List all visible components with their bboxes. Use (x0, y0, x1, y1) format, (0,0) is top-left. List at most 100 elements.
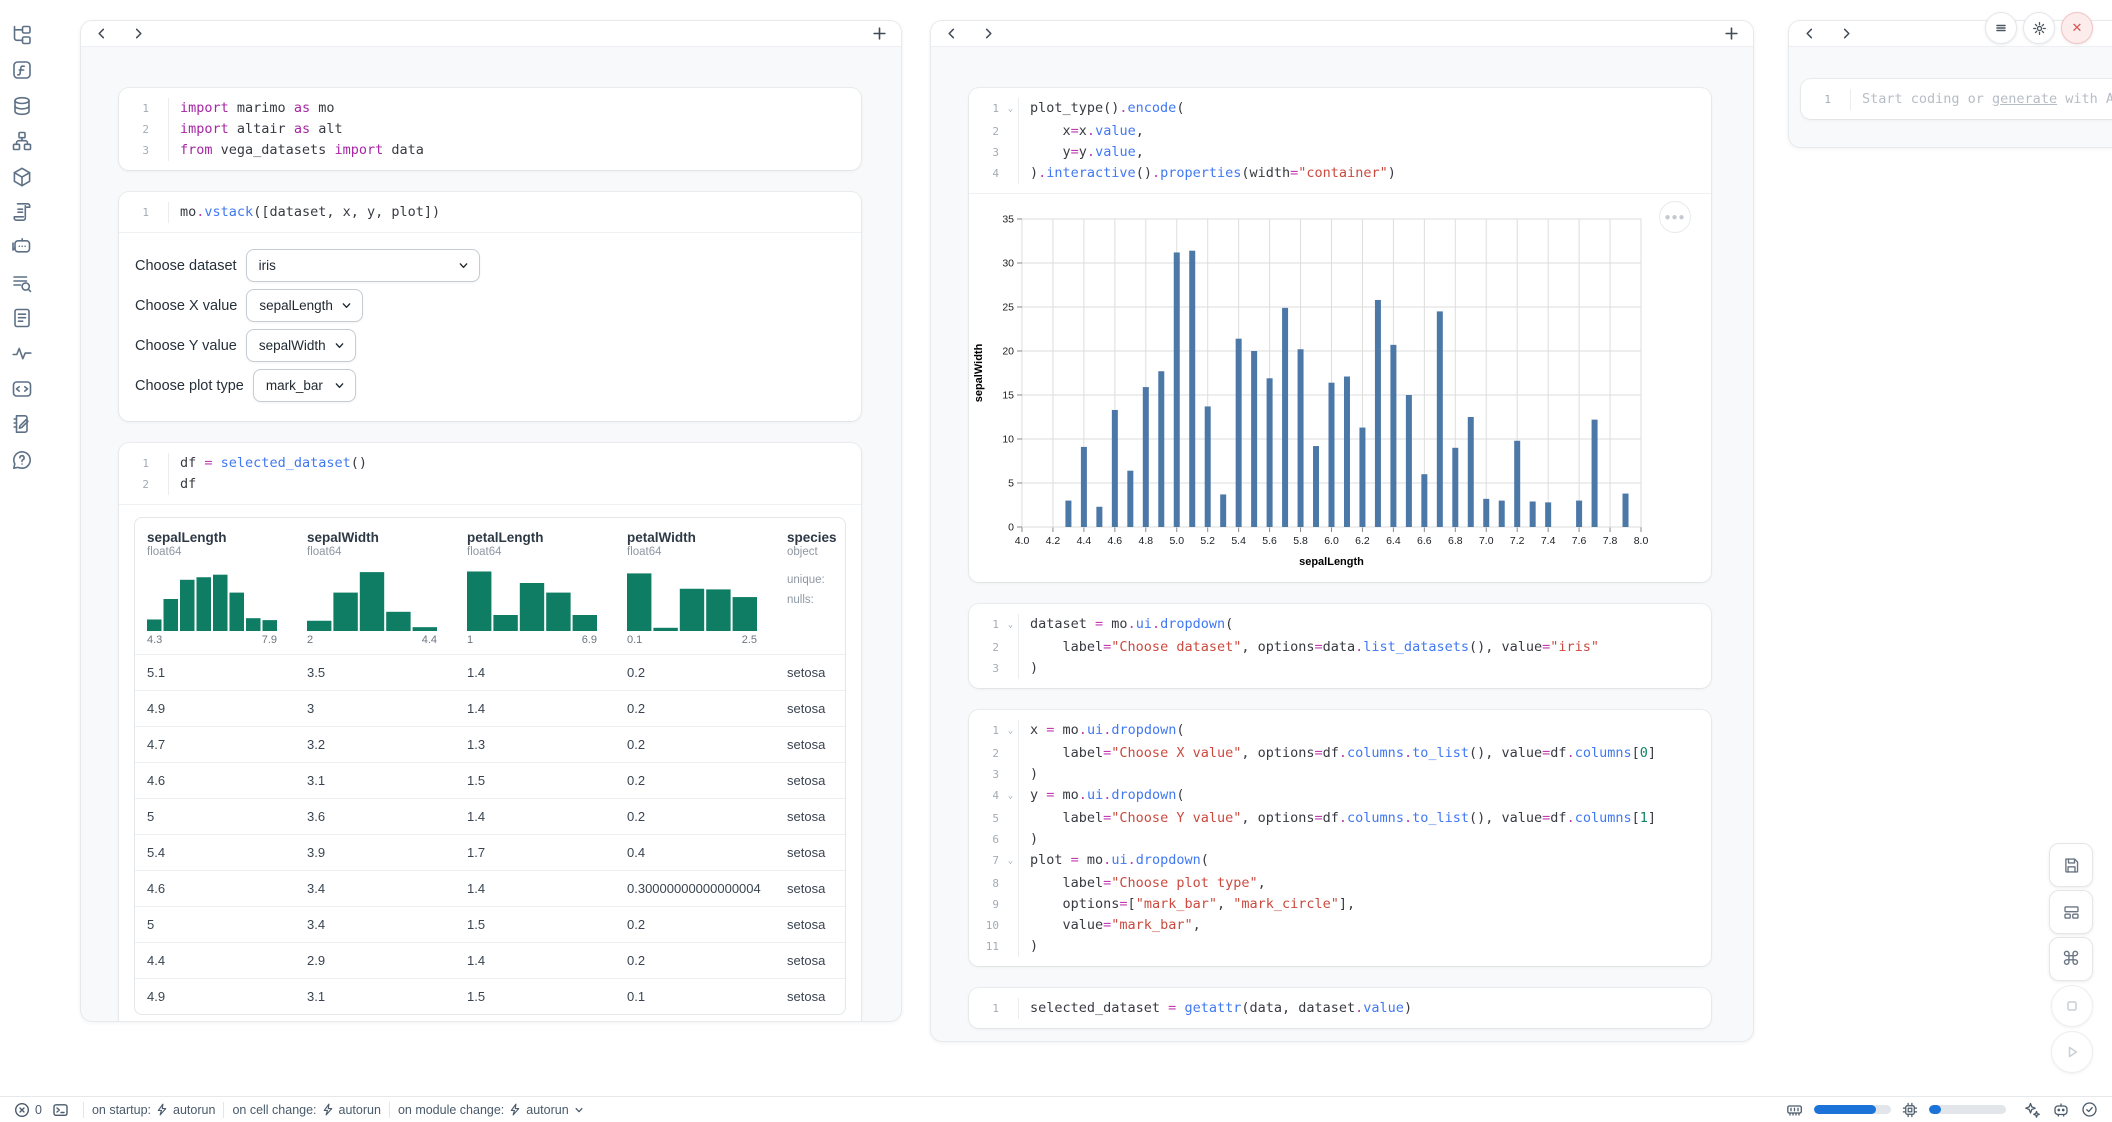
fold-indicator[interactable] (153, 453, 169, 474)
rail-chat-button[interactable] (11, 236, 33, 258)
rail-logs-button[interactable] (11, 272, 33, 294)
cell-editor[interactable]: 1mo.vstack([dataset, x, y, plot]) (119, 192, 861, 232)
chart-options-button[interactable]: ●●● (1659, 201, 1691, 233)
table-row[interactable]: 4.73.21.30.2setosa (135, 726, 845, 762)
rail-dependency-graph-button[interactable] (11, 130, 33, 152)
dropdown-select-y-value[interactable]: sepalWidth (246, 329, 356, 362)
code-token: as (294, 100, 310, 116)
add-cell-button[interactable] (872, 26, 887, 41)
fold-indicator[interactable] (1003, 808, 1019, 829)
rail-tracing-button[interactable] (11, 343, 33, 365)
dropdown-row: Choose plot typemark_bar (135, 369, 845, 402)
panel-back-button[interactable] (95, 27, 108, 40)
table-row[interactable]: 4.63.41.40.30000000000000004setosa (135, 870, 845, 906)
cell-editor[interactable]: 1⌄plot_type().encode(2 x=x.value,3 y=y.v… (969, 88, 1711, 193)
fold-indicator[interactable]: ⌄ (1003, 98, 1019, 121)
fold-indicator[interactable] (1003, 142, 1019, 163)
panel-back-button[interactable] (1803, 27, 1816, 40)
table-row[interactable]: 4.42.91.40.2setosa (135, 942, 845, 978)
table-column-header[interactable]: speciesobjectunique:nulls: (775, 530, 846, 646)
fold-indicator[interactable] (1003, 915, 1019, 936)
terminal-button[interactable] (52, 1102, 69, 1118)
rail-snippets-button[interactable] (11, 378, 33, 400)
run-button[interactable] (2051, 1031, 2093, 1073)
table-row[interactable]: 4.93.11.50.1setosa (135, 978, 845, 1014)
table-row[interactable]: 5.13.51.40.2setosa (135, 654, 845, 690)
fold-indicator[interactable] (1003, 936, 1019, 957)
editor-placeholder[interactable]: Start coding or generate with AI (1862, 89, 2112, 110)
cell-editor[interactable]: 1⌄dataset = mo.ui.dropdown(2 label="Choo… (969, 604, 1711, 688)
add-cell-button[interactable] (1724, 26, 1739, 41)
fold-indicator[interactable] (1003, 998, 1019, 1019)
fold-indicator[interactable]: ⌄ (1003, 850, 1019, 873)
rail-datasources-button[interactable] (11, 95, 33, 117)
runtime-config-item[interactable]: on startup:autorun (92, 1103, 215, 1117)
fold-indicator[interactable] (1003, 829, 1019, 850)
fold-indicator[interactable]: ⌄ (1003, 720, 1019, 743)
table-row[interactable]: 4.931.40.2setosa (135, 690, 845, 726)
stop-button[interactable] (2051, 985, 2093, 1027)
dropdown-select-dataset[interactable]: iris (246, 249, 480, 282)
dropdown-select-x-value[interactable]: sepalLength (246, 289, 363, 322)
keyboard-shortcuts-button[interactable]: ⌘ (2049, 937, 2093, 981)
table-row[interactable]: 5.43.91.70.4setosa (135, 834, 845, 870)
rail-scratchpad-button[interactable] (11, 413, 33, 435)
bar-chart[interactable]: 4.04.24.44.64.85.05.25.45.65.86.06.26.46… (969, 196, 1711, 576)
menu-button[interactable] (1985, 12, 2017, 44)
fold-indicator[interactable] (1003, 894, 1019, 915)
generate-with-ai-link[interactable]: generate (1992, 91, 2057, 107)
rail-help-button[interactable] (11, 449, 33, 471)
cell-editor[interactable]: 1selected_dataset = getattr(data, datase… (969, 988, 1711, 1028)
table-column-header[interactable]: sepalWidthfloat6424.4 (295, 530, 455, 646)
dropdown-select-plot-type[interactable]: mark_bar (253, 369, 356, 402)
table-column-header[interactable]: petalWidthfloat640.12.5 (615, 530, 775, 646)
new-cell-editor[interactable]: 1 Start coding or generate with AI (1801, 79, 2112, 119)
copilot-button[interactable] (2052, 1101, 2070, 1118)
selected-value: sepalLength (259, 298, 333, 313)
rail-functions-button[interactable] (11, 59, 33, 81)
cell-editor[interactable]: 1import marimo as mo2import altair as al… (119, 88, 861, 170)
fold-indicator[interactable] (1003, 764, 1019, 785)
ai-assist-button[interactable] (2023, 1101, 2041, 1119)
code-token: "Choose X value" (1111, 745, 1241, 761)
panel-forward-button[interactable] (132, 27, 145, 40)
layout-button[interactable] (2049, 890, 2093, 934)
rail-packages-button[interactable] (11, 166, 33, 188)
panel-back-button[interactable] (945, 27, 958, 40)
table-row[interactable]: 4.63.11.50.2setosa (135, 762, 845, 798)
fold-indicator[interactable] (1003, 743, 1019, 764)
code-text: plot = mo.ui.dropdown( (1030, 850, 1209, 873)
fold-indicator[interactable] (1003, 873, 1019, 894)
fold-indicator[interactable] (153, 119, 169, 140)
connection-status-button[interactable] (2081, 1101, 2098, 1118)
fold-indicator[interactable] (153, 140, 169, 161)
runtime-config-item[interactable]: on module change:autorun (398, 1103, 584, 1117)
table-row[interactable]: 53.41.50.2setosa (135, 906, 845, 942)
fold-indicator[interactable] (1003, 163, 1019, 184)
fold-indicator[interactable]: ⌄ (1003, 785, 1019, 808)
table-row[interactable]: 53.61.40.2setosa (135, 798, 845, 834)
rail-documentation-button[interactable] (11, 307, 33, 329)
code-line: 1 Start coding or generate with AI (1801, 89, 2112, 110)
fold-indicator[interactable] (153, 474, 169, 495)
panel-forward-button[interactable] (1840, 27, 1853, 40)
fold-indicator[interactable] (1003, 121, 1019, 142)
settings-button[interactable] (2023, 12, 2055, 44)
panel-forward-button[interactable] (982, 27, 995, 40)
cell-editor[interactable]: 1df = selected_dataset()2df (119, 443, 861, 504)
close-button[interactable]: ✕ (2061, 12, 2093, 44)
rail-scripts-button[interactable] (11, 201, 33, 223)
column-histogram (147, 567, 277, 631)
save-button[interactable] (2049, 843, 2093, 887)
cell-editor[interactable]: 1⌄x = mo.ui.dropdown(2 label="Choose X v… (969, 710, 1711, 966)
table-column-header[interactable]: sepalLengthfloat644.37.9 (135, 530, 295, 646)
table-column-header[interactable]: petalLengthfloat6416.9 (455, 530, 615, 646)
rail-file-explorer-button[interactable] (11, 24, 33, 46)
runtime-config-item[interactable]: on cell change:autorun (232, 1103, 381, 1117)
errors-indicator[interactable]: 0 (14, 1102, 42, 1118)
fold-indicator[interactable] (153, 202, 169, 223)
fold-indicator[interactable]: ⌄ (1003, 614, 1019, 637)
fold-indicator[interactable] (1003, 637, 1019, 658)
fold-indicator[interactable] (153, 98, 169, 119)
fold-indicator[interactable] (1003, 658, 1019, 679)
